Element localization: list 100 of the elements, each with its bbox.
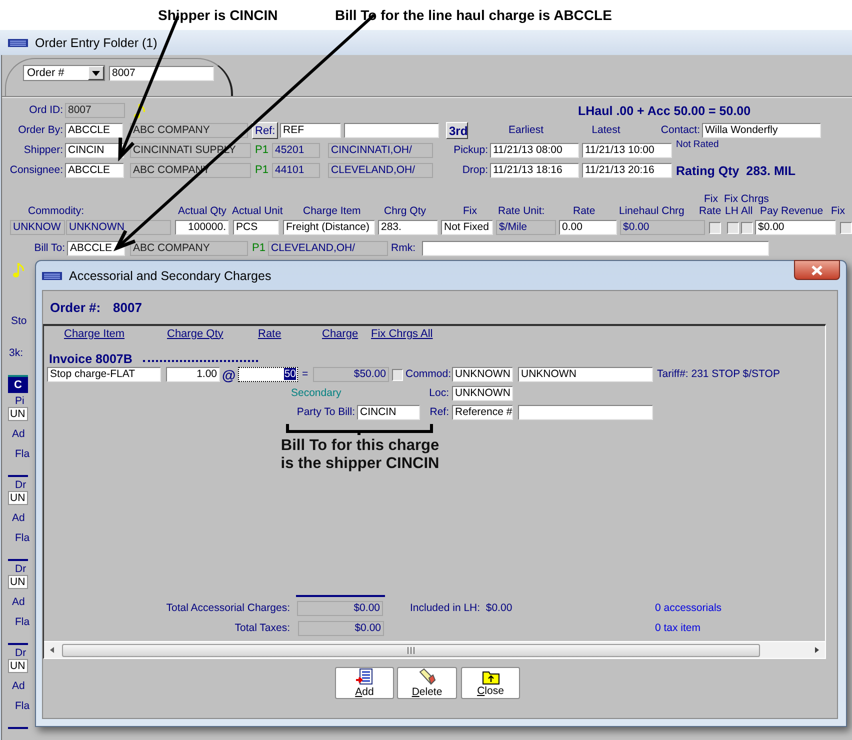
field-label: Loc:	[428, 386, 449, 400]
date-time-field[interactable]: 11/21/13 10:00	[582, 143, 672, 158]
close-button[interactable]	[794, 260, 840, 280]
quantity-field[interactable]: 100000.	[175, 220, 229, 235]
grip-icon	[407, 646, 415, 654]
checkbox[interactable]	[709, 222, 721, 234]
commodity-code-field: UNKNOW	[10, 220, 65, 235]
commodity-name-field[interactable]: UNKNOWN	[518, 367, 653, 382]
column-header[interactable]: Fix Chrgs All	[371, 328, 433, 340]
add-list-icon	[356, 668, 374, 686]
close-icon	[811, 264, 823, 276]
delete-button[interactable]: Delete	[397, 667, 457, 699]
reference-field[interactable]	[518, 405, 653, 420]
charge-item-field[interactable]: Freight (Distance)	[283, 220, 375, 235]
column-header[interactable]: Rate	[258, 328, 282, 340]
code-field[interactable]: ABCCLE	[65, 123, 123, 138]
order-id-field: 8007	[65, 103, 125, 118]
checkbox[interactable]	[392, 368, 403, 380]
add-button[interactable]: Add	[335, 667, 394, 699]
fix-field[interactable]: Not Fixed	[441, 220, 493, 235]
tariff-text: Tariff#: 231 STOP $/STOP	[657, 368, 781, 381]
total-field: $0.00	[297, 601, 383, 616]
field-label: Total Accessorial Charges:	[165, 602, 290, 615]
code-field[interactable]: ABCCLE	[67, 241, 125, 256]
reference-field[interactable]	[344, 123, 439, 138]
rate-field[interactable]: 0.00	[559, 220, 617, 235]
dropdown-button[interactable]	[88, 66, 104, 80]
field-label: Rmk:	[391, 242, 416, 255]
column-header: Fix	[831, 205, 846, 218]
column-header: Rate	[573, 205, 596, 218]
field-label: Pickup:	[452, 144, 488, 157]
field-label: Included in LH: $0.00	[410, 602, 514, 615]
reference-field[interactable]: REF	[280, 123, 341, 138]
ref-button[interactable]: Ref:	[252, 122, 278, 139]
column-header: Actual Qty	[178, 205, 228, 218]
column-header: Commodity:	[28, 205, 84, 218]
field-label: Party To Bill:	[296, 406, 355, 419]
charge-type-label: Secondary	[291, 386, 342, 400]
field-label: =	[302, 368, 310, 381]
rating-quantity: Rating Qty 283. MIL	[676, 164, 796, 178]
window-title: Order Entry Folder (1)	[35, 36, 158, 50]
charge-item-field[interactable]: Stop charge-FLAT	[47, 367, 161, 382]
pay-revenue-field[interactable]: $0.00	[755, 220, 836, 235]
music-note-icon	[134, 102, 146, 118]
column-header[interactable]: Charge Item	[64, 328, 125, 340]
date-time-field[interactable]: 11/21/13 18:16	[490, 163, 579, 178]
charge-quantity-field[interactable]: 283.	[378, 220, 438, 235]
code-field[interactable]: ABCCLE	[65, 163, 124, 178]
field-label: Ref:	[428, 406, 449, 419]
column-header: Pay Revenue	[760, 205, 824, 218]
close-button[interactable]: Close	[461, 667, 520, 699]
commodity-name-field: UNKNOWN	[66, 220, 171, 235]
date-time-field[interactable]: 11/21/13 20:16	[582, 163, 672, 178]
input-field[interactable]: UN	[8, 491, 28, 505]
input-field[interactable]: UN	[8, 575, 28, 589]
search-field[interactable]: 8007	[109, 66, 214, 80]
column-header: Fix	[463, 205, 478, 218]
column-header[interactable]: Charge	[322, 328, 358, 340]
contact-field[interactable]: Willa Wonderfly	[702, 123, 821, 138]
field-label: Ad	[12, 428, 25, 440]
checkbox[interactable]	[741, 222, 753, 234]
scrollbar-thumb[interactable]	[62, 644, 760, 656]
date-time-field[interactable]: 11/21/13 08:00	[490, 143, 579, 158]
search-type-select[interactable]: Order #	[23, 65, 105, 81]
commodity-code-field[interactable]: UNKNOWN	[452, 367, 513, 382]
field-label: Earliest	[507, 124, 544, 137]
horizontal-scrollbar[interactable]	[44, 641, 825, 658]
input-field[interactable]: UN	[8, 407, 28, 421]
city-field: CLEVELAND,OH/	[268, 241, 388, 256]
input-field[interactable]: UN	[8, 659, 28, 673]
rate-field[interactable]: 50	[238, 367, 298, 382]
stop-type-label: Dr	[15, 647, 26, 659]
remark-field[interactable]	[422, 241, 769, 256]
column-header: Linehaul Chrg	[619, 205, 686, 218]
reference-field[interactable]: Reference #	[452, 405, 513, 420]
third-party-button[interactable]: 3rd	[446, 122, 468, 139]
quantity-field[interactable]: 1.00	[166, 367, 220, 382]
checkbox[interactable]	[727, 222, 739, 234]
unit-field[interactable]: PCS	[233, 220, 279, 235]
location-field[interactable]: UNKNOWN	[452, 386, 513, 400]
name-field: ABC COMPANY	[130, 123, 248, 138]
eraser-icon	[418, 668, 436, 686]
field-label: Ad	[12, 680, 25, 692]
field-label: Ord ID:	[28, 104, 63, 117]
stop-type-label: Dr	[15, 563, 26, 575]
stop-type-label: Dr	[15, 479, 26, 491]
field-label: Ad	[12, 596, 25, 608]
field-label: Fla	[15, 700, 30, 712]
column-header[interactable]: Charge Qty	[167, 328, 224, 340]
party-to-bill-field[interactable]: CINCIN	[357, 405, 420, 420]
column-header: Rate Unit:	[498, 205, 546, 218]
zip-field: 44101	[272, 163, 320, 178]
column-header: Rate	[699, 205, 722, 218]
field-label: Drop:	[461, 164, 488, 177]
annotation-text: Shipper is CINCIN	[158, 7, 278, 23]
code-field[interactable]: CINCIN	[65, 143, 124, 158]
count-text: 0 accessorials	[655, 602, 723, 615]
rate-unit-field: $/Mile	[496, 220, 556, 235]
checkbox[interactable]	[840, 222, 852, 234]
count-text: 0 tax item	[655, 622, 702, 635]
